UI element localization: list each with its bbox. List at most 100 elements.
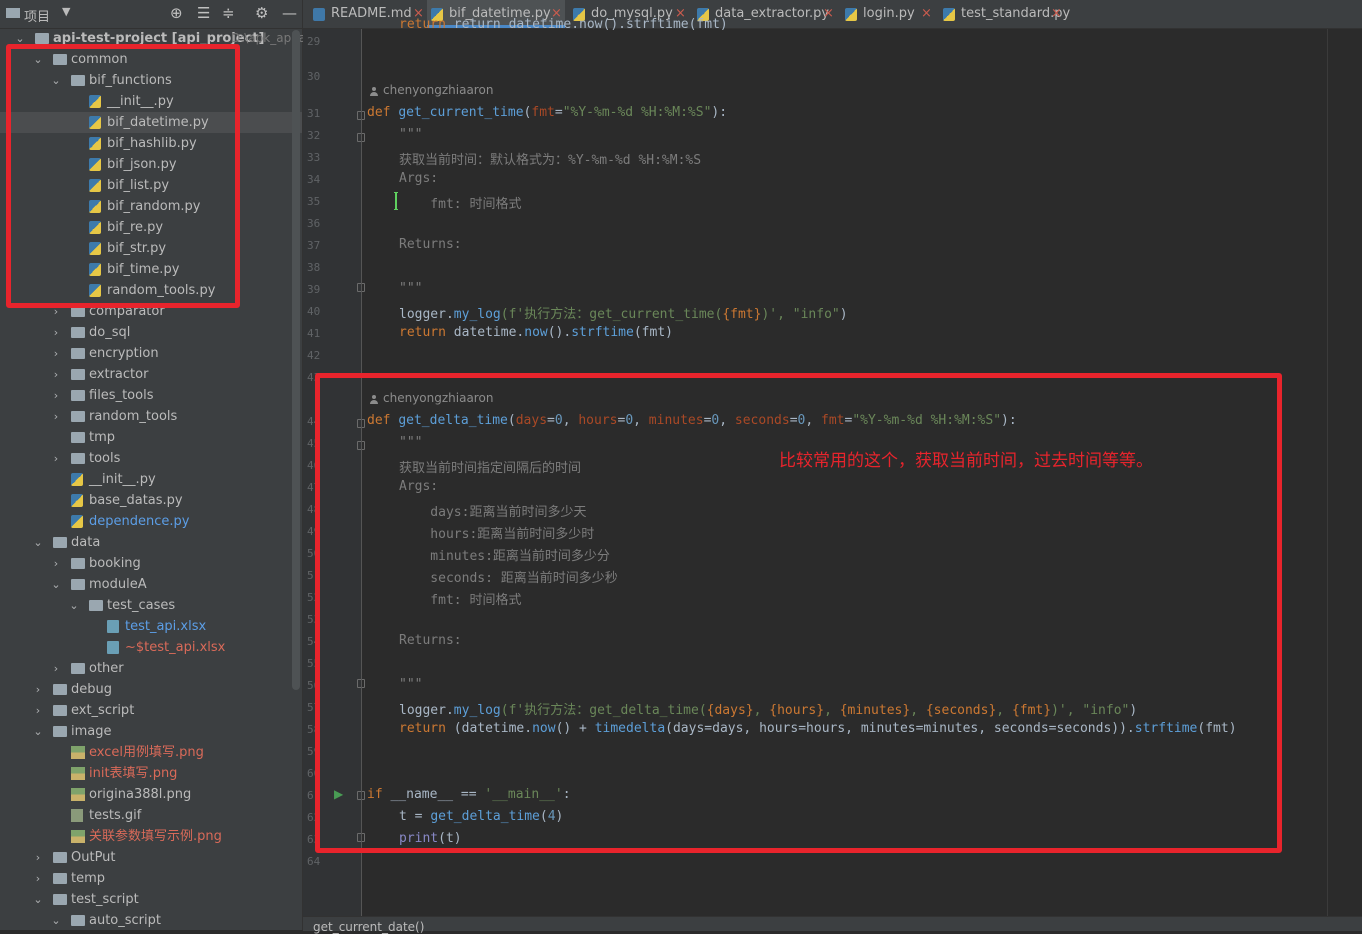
chevron-down-icon[interactable]: ▼ bbox=[62, 5, 70, 18]
tree-item-label: test_cases bbox=[107, 598, 176, 613]
close-icon[interactable]: × bbox=[823, 0, 834, 28]
tree-item-label: random_tools bbox=[89, 409, 178, 424]
tree-folder[interactable]: ⌄ test_cases bbox=[0, 595, 302, 616]
tree-file[interactable]: base_datas.py bbox=[0, 490, 302, 511]
folder-icon bbox=[71, 453, 85, 464]
folder-icon bbox=[53, 852, 67, 863]
tree-folder[interactable]: ⌄ auto_script bbox=[0, 910, 302, 931]
tree-folder[interactable]: › do_sql bbox=[0, 322, 302, 343]
tree-item-label: files_tools bbox=[89, 388, 154, 403]
tree-file[interactable]: test_api.xlsx bbox=[0, 616, 302, 637]
chevron-right-icon[interactable]: › bbox=[50, 448, 62, 469]
tree-file[interactable]: excel用例填写.png bbox=[0, 742, 302, 763]
line-number: 30 bbox=[307, 70, 321, 83]
python-file-icon bbox=[845, 8, 857, 21]
chevron-down-icon[interactable]: ⌄ bbox=[50, 574, 62, 595]
chevron-right-icon[interactable]: › bbox=[50, 658, 62, 679]
tree-item-label: debug bbox=[71, 682, 112, 697]
chevron-right-icon[interactable]: › bbox=[50, 364, 62, 385]
line-number: 31 bbox=[307, 107, 321, 120]
tree-item-label: excel用例填写.png bbox=[89, 745, 204, 760]
line-number: 38 bbox=[307, 261, 321, 274]
author-icon bbox=[370, 87, 378, 96]
tree-item-label: tmp bbox=[89, 430, 116, 445]
line-number: 32 bbox=[307, 129, 321, 142]
project-panel-title[interactable]: 项目 bbox=[24, 6, 50, 25]
code-line-37: Returns: bbox=[399, 237, 462, 252]
chevron-right-icon[interactable]: › bbox=[32, 679, 44, 700]
tree-folder[interactable]: › other bbox=[0, 658, 302, 679]
code-line-34: Args: bbox=[399, 171, 439, 186]
tree-folder[interactable]: tmp bbox=[0, 427, 302, 448]
tree-file[interactable]: init表填写.png bbox=[0, 763, 302, 784]
sidebar-scrollbar[interactable] bbox=[292, 30, 300, 690]
tree-folder[interactable]: ⌄ image bbox=[0, 721, 302, 742]
breadcrumb-function[interactable]: get_current_date() bbox=[313, 920, 424, 934]
folder-icon bbox=[71, 411, 85, 422]
tree-folder[interactable]: › ext_script bbox=[0, 700, 302, 721]
chevron-right-icon[interactable]: › bbox=[32, 847, 44, 868]
chevron-down-icon[interactable]: ⌄ bbox=[68, 595, 80, 616]
collapse-all-icon[interactable]: ≑ bbox=[222, 4, 235, 22]
tree-folder[interactable]: › tools bbox=[0, 448, 302, 469]
chevron-right-icon[interactable]: › bbox=[32, 868, 44, 889]
tree-folder[interactable]: › debug bbox=[0, 679, 302, 700]
folder-icon bbox=[53, 894, 67, 905]
chevron-right-icon[interactable]: › bbox=[50, 406, 62, 427]
tree-file[interactable]: __init__.py bbox=[0, 469, 302, 490]
close-icon[interactable]: × bbox=[921, 0, 932, 28]
code-line-33: 获取当前时间：默认格式为：%Y-%m-%d %H:%M:%S bbox=[399, 153, 702, 168]
tree-item-label: test_api.xlsx bbox=[125, 619, 207, 634]
line-number: 36 bbox=[307, 217, 321, 230]
hide-panel-icon[interactable]: — bbox=[282, 4, 297, 22]
tree-file[interactable]: dependence.py bbox=[0, 511, 302, 532]
author-lens[interactable]: chenyongzhiaaron bbox=[383, 83, 493, 97]
tree-item-label: auto_script bbox=[89, 913, 161, 928]
editor-tab[interactable]: test_standard.py × bbox=[939, 0, 1070, 28]
code-line-40: logger.my_log(f'执行方法：get_current_time({f… bbox=[399, 307, 848, 322]
tree-folder[interactable]: › temp bbox=[0, 868, 302, 889]
gear-icon[interactable]: ⚙ bbox=[255, 4, 268, 22]
breadcrumb-bar: get_current_date() bbox=[303, 916, 1362, 934]
tree-folder[interactable]: ⌄ data bbox=[0, 532, 302, 553]
folder-icon bbox=[53, 684, 67, 695]
sidebar-highlight-box bbox=[6, 44, 240, 308]
tree-folder[interactable]: › extractor bbox=[0, 364, 302, 385]
folder-icon bbox=[35, 33, 49, 44]
tree-item-label: __init__.py bbox=[89, 472, 156, 487]
chevron-down-icon[interactable]: ⌄ bbox=[32, 721, 44, 742]
chevron-right-icon[interactable]: › bbox=[50, 322, 62, 343]
tab-label: login.py bbox=[863, 6, 915, 21]
tree-file[interactable]: 关联参数填写示例.png bbox=[0, 826, 302, 847]
editor-tab[interactable]: login.py × bbox=[841, 0, 935, 28]
tree-file[interactable]: tests.gif bbox=[0, 805, 302, 826]
tree-file[interactable]: ~$test_api.xlsx bbox=[0, 637, 302, 658]
tree-folder[interactable]: ⌄ moduleA bbox=[0, 574, 302, 595]
close-icon[interactable]: × bbox=[1051, 0, 1062, 28]
locate-file-icon[interactable]: ⊕ bbox=[170, 4, 183, 22]
expand-all-icon[interactable]: ☰ bbox=[197, 4, 210, 22]
project-folder-icon bbox=[6, 8, 20, 18]
chevron-right-icon[interactable]: › bbox=[50, 553, 62, 574]
chevron-down-icon[interactable]: ⌄ bbox=[32, 889, 44, 910]
line-number: 40 bbox=[307, 305, 321, 318]
folder-icon bbox=[71, 558, 85, 569]
tree-item-label: init表填写.png bbox=[89, 766, 178, 781]
line-number: 64 bbox=[307, 855, 321, 868]
excel-file-icon bbox=[107, 620, 119, 633]
chevron-right-icon[interactable]: › bbox=[50, 343, 62, 364]
tree-item-label: dependence.py bbox=[89, 514, 190, 529]
chevron-down-icon[interactable]: ⌄ bbox=[50, 910, 62, 931]
chevron-right-icon[interactable]: › bbox=[32, 700, 44, 721]
tree-folder[interactable]: › OutPut bbox=[0, 847, 302, 868]
tree-item-label: other bbox=[89, 661, 124, 676]
tree-folder[interactable]: › random_tools bbox=[0, 406, 302, 427]
tree-file[interactable]: origina388l.png bbox=[0, 784, 302, 805]
folder-icon bbox=[53, 873, 67, 884]
chevron-right-icon[interactable]: › bbox=[50, 385, 62, 406]
chevron-down-icon[interactable]: ⌄ bbox=[32, 532, 44, 553]
tree-folder[interactable]: › encryption bbox=[0, 343, 302, 364]
tree-folder[interactable]: › booking bbox=[0, 553, 302, 574]
tree-folder[interactable]: › files_tools bbox=[0, 385, 302, 406]
tree-folder[interactable]: ⌄ test_script bbox=[0, 889, 302, 910]
